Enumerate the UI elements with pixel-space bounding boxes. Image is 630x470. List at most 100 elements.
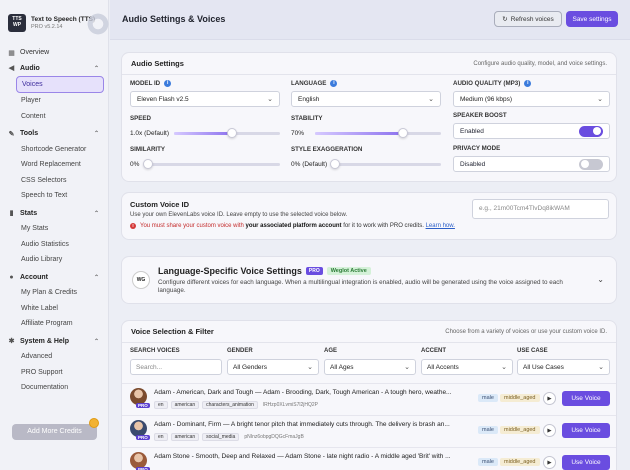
sidebar-item-advanced[interactable]: Advanced: [0, 349, 109, 365]
language-label: LANGUAGE: [291, 80, 327, 87]
slider-thumb[interactable]: [227, 127, 238, 138]
play-icon[interactable]: ▶: [543, 392, 556, 405]
age-badge: middle_aged: [500, 458, 540, 466]
play-icon[interactable]: ▶: [543, 424, 556, 437]
accent-label: ACCENT: [421, 348, 446, 354]
save-settings-button[interactable]: Save settings: [566, 11, 618, 27]
custom-voice-input[interactable]: e.g., 21m00Tcm4TlvDq8ikWAM: [472, 199, 609, 219]
chevron-up-icon: ⌃: [93, 338, 99, 345]
voice-tag: american: [170, 401, 200, 409]
chevron-up-icon: ⌃: [93, 210, 99, 217]
card-description: Configure audio quality, model, and voic…: [473, 60, 607, 67]
voice-name: Adam - American, Dark and Tough — Adam -…: [154, 389, 452, 396]
pro-badge: PRO: [136, 435, 150, 440]
sidebar-item-speech-to-text[interactable]: Speech to Text: [0, 188, 109, 204]
voice-tags: en american characters_animation lRHzp0XLvm…: [154, 401, 318, 409]
sidebar-section-audio[interactable]: ◀ Audio ⌃: [0, 61, 109, 77]
speaker-boost-label: SPEAKER BOOST: [453, 112, 507, 119]
sidebar-item-white-label[interactable]: White Label: [0, 301, 109, 317]
sidebar-item-affiliate[interactable]: Affiliate Program: [0, 316, 109, 332]
speaker-icon: ◀: [8, 65, 15, 73]
language-select[interactable]: English ⌄: [291, 91, 441, 107]
chevron-up-icon: ⌃: [93, 274, 99, 281]
custom-voice-warning: ! You must share your custom voice with …: [130, 223, 455, 229]
privacy-toggle[interactable]: [579, 158, 603, 170]
voice-name: Adam - Dominant, Firm — A bright tenor p…: [154, 421, 450, 428]
alert-icon: !: [130, 223, 136, 229]
card-description: Choose from a variety of voices or use y…: [445, 328, 607, 335]
chevron-up-icon: ⌃: [93, 131, 99, 138]
info-icon[interactable]: i: [330, 80, 338, 87]
model-select[interactable]: Eleven Flash v2.5 ⌄: [130, 91, 280, 107]
sidebar-item-audio-statistics[interactable]: Audio Statistics: [0, 237, 109, 253]
pro-badge: PRO: [136, 403, 150, 408]
sidebar-item-documentation[interactable]: Documentation: [0, 380, 109, 396]
privacy-toggle-box: Disabled: [453, 156, 610, 172]
play-icon[interactable]: ▶: [543, 456, 556, 469]
sidebar-item-audio-library[interactable]: Audio Library: [0, 252, 109, 268]
usecase-select[interactable]: All Use Cases ⌄: [517, 359, 610, 375]
add-credits-button[interactable]: Add More Credits: [12, 424, 97, 440]
stability-slider[interactable]: [315, 127, 441, 138]
style-slider[interactable]: [330, 158, 441, 169]
sidebar-item-word-replacement[interactable]: Word Replacement: [0, 157, 109, 173]
speed-value: 1.0x (Default): [130, 129, 170, 137]
sidebar-section-tools[interactable]: ✎ Tools ⌃: [0, 126, 109, 142]
sidebar-item-pro-support[interactable]: PRO Support: [0, 365, 109, 381]
quality-select[interactable]: Medium (96 kbps) ⌄: [453, 91, 610, 107]
speaker-boost-toggle[interactable]: [579, 125, 603, 137]
chevron-down-icon: ⌄: [501, 364, 507, 371]
coin-icon: [89, 418, 99, 428]
pro-badge: PRO: [305, 266, 323, 275]
chevron-up-icon: ⌃: [93, 65, 99, 72]
chevron-down-icon: ⌄: [598, 364, 604, 371]
bar-chart-icon: ▮: [9, 210, 14, 218]
sidebar-item-content[interactable]: Content: [0, 109, 109, 125]
stability-value: 70%: [291, 129, 305, 137]
user-icon: ●: [9, 273, 14, 281]
search-label: SEARCH VOICES: [130, 348, 180, 354]
info-icon[interactable]: i: [524, 80, 532, 87]
slider-thumb[interactable]: [143, 158, 153, 169]
similarity-slider[interactable]: [143, 158, 280, 169]
gear-icon: [86, 12, 110, 36]
refresh-icon: ↻: [502, 16, 508, 23]
language-settings-title: Language-Specific Voice Settings: [158, 265, 302, 276]
slider-thumb[interactable]: [398, 127, 409, 138]
voice-tag: en: [154, 401, 168, 409]
slider-thumb[interactable]: [330, 158, 340, 169]
app-logo: TTS WP: [8, 14, 26, 32]
learn-how-link[interactable]: Learn how.: [426, 223, 455, 229]
chevron-down-icon[interactable]: ⌄: [597, 275, 604, 284]
gender-label: GENDER: [227, 348, 253, 354]
gender-select[interactable]: All Genders ⌄: [227, 359, 319, 375]
sidebar-item-shortcode[interactable]: Shortcode Generator: [0, 142, 109, 158]
sidebar-section-account[interactable]: ● Account ⌃: [0, 270, 109, 286]
refresh-voices-button[interactable]: ↻ Refresh voices: [494, 11, 562, 27]
sidebar-section-help[interactable]: ✱ System & Help ⌃: [0, 334, 109, 350]
usecase-label: USE CASE: [517, 348, 548, 354]
speed-slider[interactable]: [174, 127, 280, 138]
age-label: AGE: [324, 348, 338, 354]
privacy-label: PRIVACY MODE: [453, 145, 501, 152]
sidebar-item-voices[interactable]: Voices: [16, 76, 104, 93]
age-select[interactable]: All Ages ⌄: [324, 359, 416, 375]
sidebar-item-player[interactable]: Player: [0, 93, 109, 109]
sidebar-section-stats[interactable]: ▮ Stats ⌃: [0, 206, 109, 222]
sidebar-item-my-stats[interactable]: My Stats: [0, 221, 109, 237]
privacy-value: Disabled: [460, 160, 486, 168]
gender-badge: male: [478, 394, 498, 402]
accent-select[interactable]: All Accents ⌄: [421, 359, 513, 375]
search-input[interactable]: Search...: [130, 359, 222, 375]
use-voice-button[interactable]: Use Voice: [562, 391, 610, 406]
language-settings-card[interactable]: WG Language-Specific Voice Settings PRO …: [121, 256, 617, 304]
use-voice-button[interactable]: Use Voice: [562, 455, 610, 470]
info-icon[interactable]: i: [164, 80, 172, 87]
chevron-down-icon: ⌄: [597, 96, 603, 103]
sidebar-item-css-selectors[interactable]: CSS Selectors: [0, 173, 109, 189]
gender-badge: male: [478, 426, 498, 434]
voice-row: PRO Adam - Dominant, Firm — A bright teno…: [122, 415, 616, 447]
use-voice-button[interactable]: Use Voice: [562, 423, 610, 438]
sidebar-item-overview[interactable]: ▦ Overview: [0, 45, 109, 61]
sidebar-item-plan-credits[interactable]: My Plan & Credits: [0, 285, 109, 301]
